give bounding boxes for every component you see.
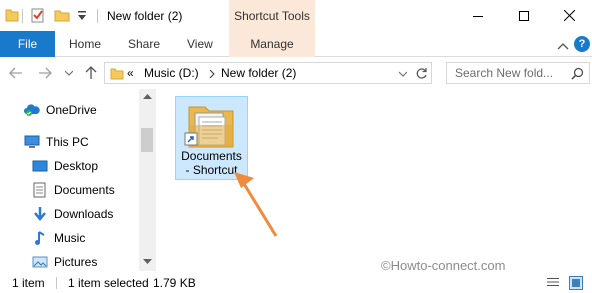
breadcrumb-separator-icon[interactable] [209,70,215,78]
nav-item-downloads[interactable]: Downloads [32,205,113,223]
desktop-icon [32,158,48,174]
expand-ribbon-icon[interactable] [557,39,569,53]
nav-item-onedrive[interactable]: OneDrive [24,101,97,119]
breadcrumb-music[interactable]: Music (D:) [144,66,199,80]
folder-icon [5,7,19,25]
maximize-icon [519,10,529,21]
nav-item-music[interactable]: Music [32,229,85,247]
back-button[interactable] [9,65,23,81]
nav-scrollbar[interactable] [139,89,156,271]
minimize-icon [473,15,483,17]
search-input[interactable]: Search New fold... [455,66,553,80]
window-title: New folder (2) [107,9,183,23]
up-arrow-icon [85,66,97,79]
forward-arrow-icon [39,67,52,79]
recent-locations-button[interactable] [62,65,76,81]
back-arrow-icon [9,67,22,79]
nav-item-pictures[interactable]: Pictures [32,253,97,271]
nav-item-documents[interactable]: Documents [32,181,115,199]
large-icons-view-icon[interactable] [569,276,583,290]
tab-file[interactable]: File [0,31,55,57]
forward-button[interactable] [38,65,52,81]
nav-item-label: Music [54,231,86,245]
separator [56,277,57,289]
up-button[interactable] [84,65,98,81]
pictures-icon [32,254,48,270]
help-icon[interactable]: ? [574,36,590,52]
nav-item-label: Pictures [54,255,98,269]
item-count: 1 item [12,276,45,290]
separator [22,9,23,23]
tab-view[interactable]: View [187,31,213,57]
onedrive-icon [24,102,40,118]
close-button[interactable] [546,0,592,31]
tab-share[interactable]: Share [128,31,160,57]
new-folder-icon[interactable] [54,7,70,25]
nav-item-label: Downloads [54,207,114,221]
address-row: « Music (D:) New folder (2) Search New f… [0,57,592,89]
selection-size: 1.79 KB [153,276,196,290]
nav-item-desktop[interactable]: Desktop [32,157,98,175]
tab-manage[interactable]: Manage [229,31,315,57]
customize-toolbar-icon[interactable] [76,10,88,28]
separator [97,9,98,23]
contextual-tab-group: Shortcut Tools [229,0,315,31]
close-icon [563,10,575,21]
refresh-icon[interactable] [415,67,428,80]
search-box[interactable]: Search New fold... [446,62,590,84]
nav-item-label: This PC [46,135,89,149]
properties-icon[interactable] [30,7,46,25]
maximize-button[interactable] [501,0,547,31]
scroll-up-icon[interactable] [143,93,152,99]
nav-item-this-pc[interactable]: This PC [24,133,89,151]
scrollbar-thumb[interactable] [141,128,153,152]
details-view-icon[interactable] [547,277,559,289]
nav-item-label: OneDrive [46,103,97,117]
ribbon-tabs: File Home Share View Manage ? [0,31,592,57]
tab-home[interactable]: Home [69,31,101,57]
minimize-button[interactable] [455,0,501,31]
address-bar[interactable]: « Music (D:) New folder (2) [104,62,432,84]
search-icon[interactable] [571,67,584,80]
watermark: ©Howto-connect.com [381,258,506,273]
breadcrumb-overflow[interactable]: « [127,66,134,80]
nav-item-label: Desktop [54,159,99,173]
folder-icon [110,68,124,80]
nav-item-label: Documents [54,183,115,197]
breadcrumb-new-folder[interactable]: New folder (2) [221,66,296,80]
documents-icon [32,182,48,198]
downloads-icon [32,206,48,222]
computer-icon [24,134,40,150]
status-bar: 1 item 1 item selected 1.79 KB [0,273,592,293]
music-icon [32,230,48,246]
title-bar: New folder (2) Shortcut Tools [0,0,592,31]
chevron-down-icon[interactable] [399,71,407,77]
selection-count: 1 item selected [68,276,149,290]
scroll-down-icon[interactable] [143,259,152,265]
annotation-arrow-icon [234,172,278,237]
chevron-down-icon [65,70,73,76]
navigation-pane: OneDrive This PC Desktop Documents Downl… [0,89,156,273]
shortcut-folder-icon [183,103,239,152]
